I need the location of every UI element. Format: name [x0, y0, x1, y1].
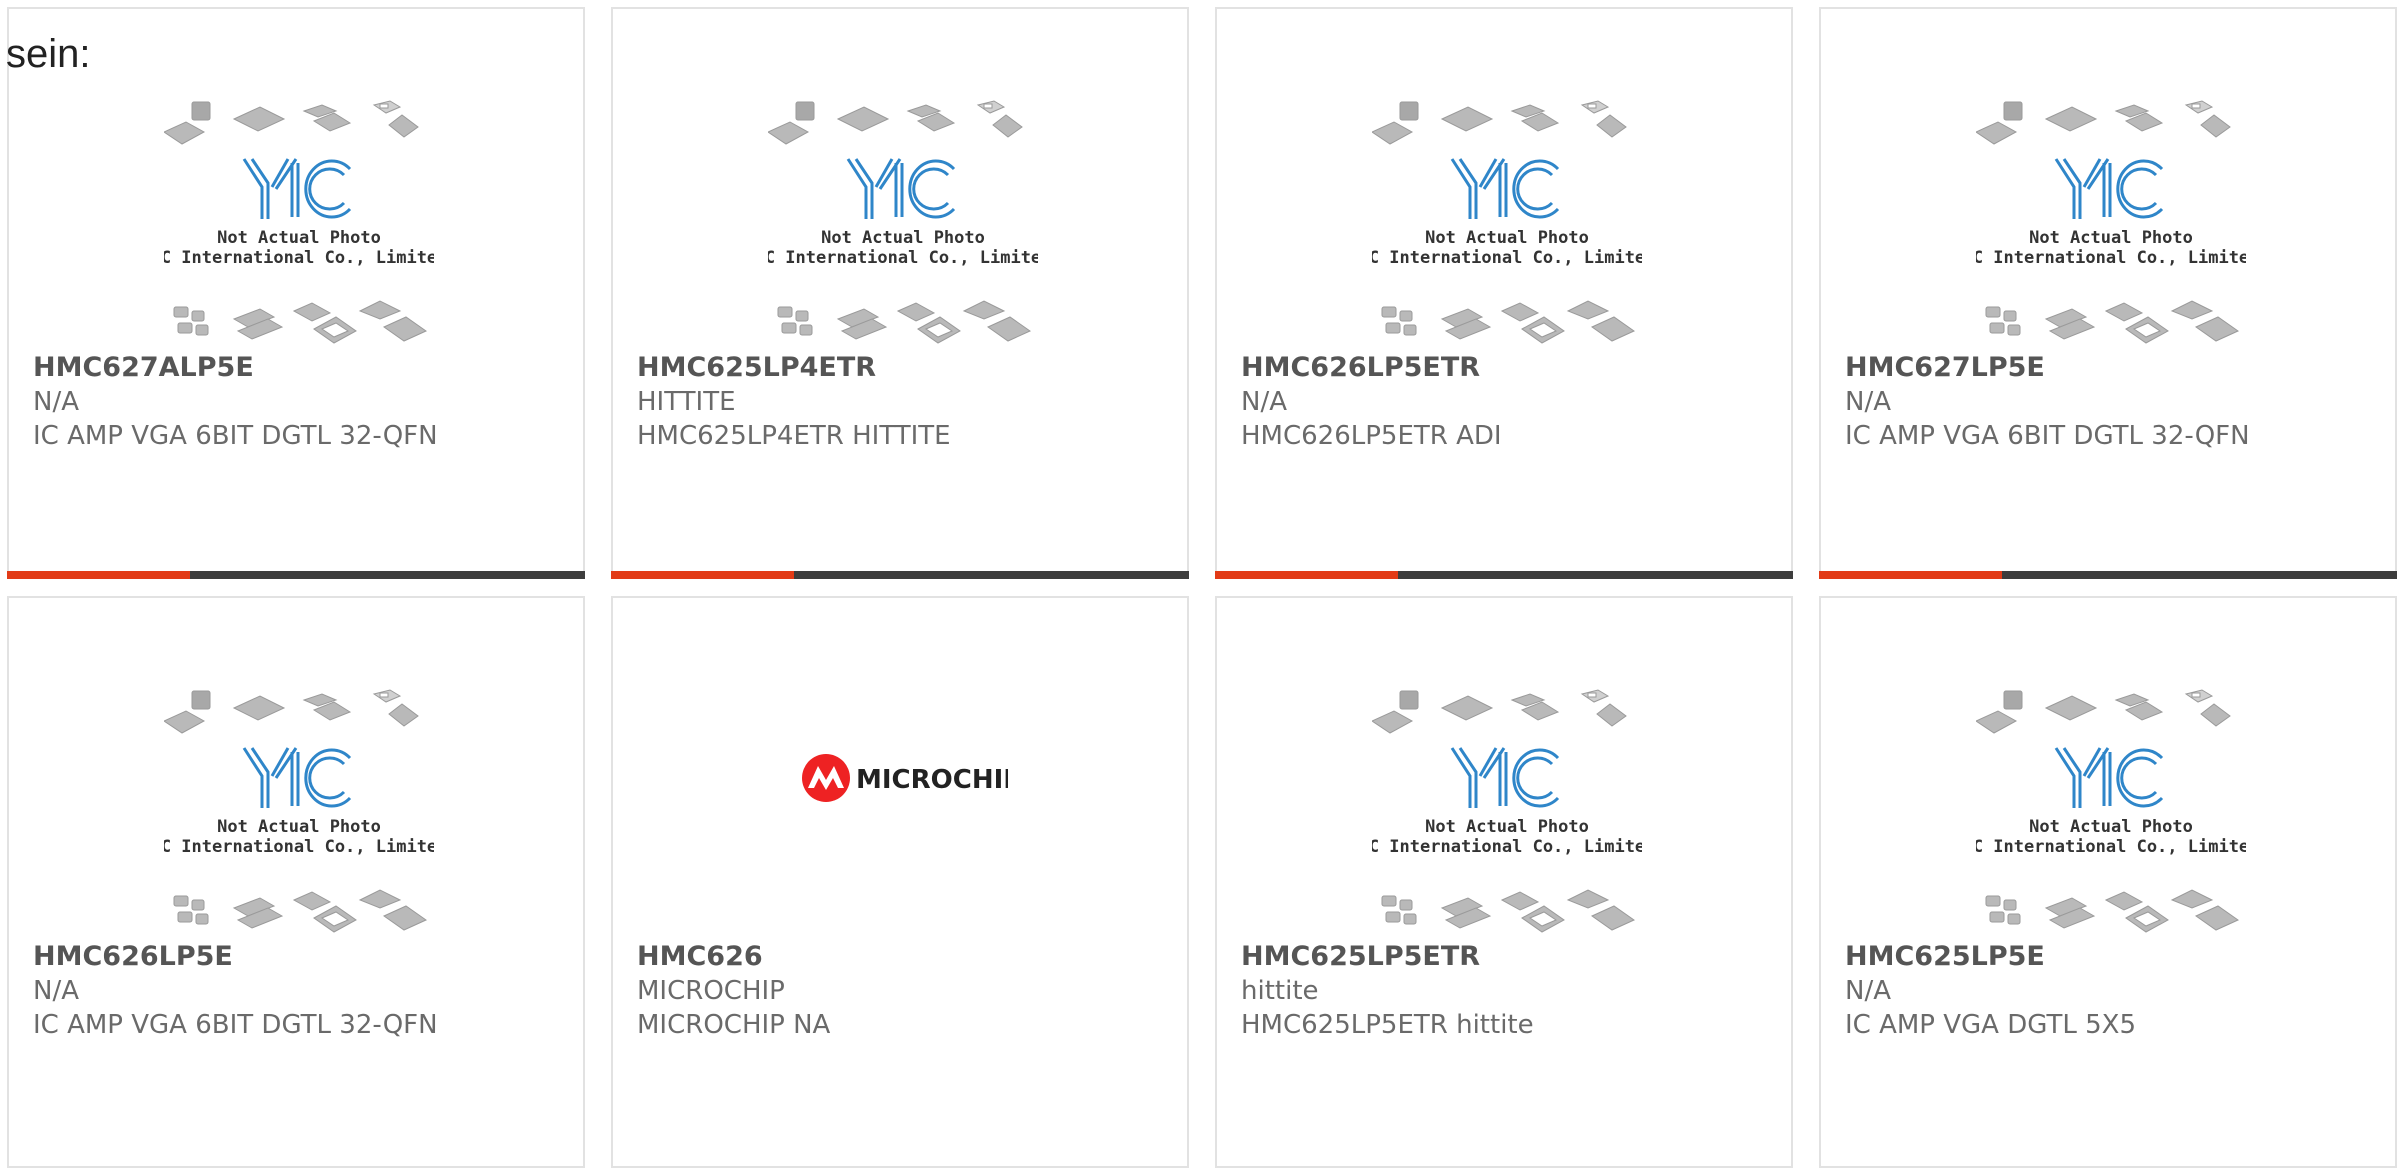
manufacturer: hittite [1241, 976, 1319, 1006]
description: IC AMP VGA 6BIT DGTL 32-QFN [1845, 421, 2250, 451]
placeholder-caption-1: Not Actual Photo [1425, 228, 1589, 248]
placeholder-photo: Not Actual Photo YIC International Co., … [1372, 686, 1642, 936]
placeholder-caption-2: YIC International Co., Limited. [1976, 248, 2246, 268]
part-number-link[interactable]: HMC625LP5E [1845, 940, 2375, 974]
description: IC AMP VGA DGTL 5X5 [1845, 1010, 2137, 1040]
product-card[interactable]: Not Actual Photo YIC International Co., … [7, 7, 585, 579]
placeholder-caption-1: Not Actual Photo [217, 817, 381, 837]
placeholder-photo: Not Actual Photo YIC International Co., … [1976, 97, 2246, 347]
part-number-link[interactable]: HMC627ALP5E [33, 351, 563, 385]
placeholder-caption-1: Not Actual Photo [2029, 817, 2193, 837]
microchip-logo-text: MICROCHIP [856, 765, 1008, 795]
placeholder-photo: Not Actual Photo YIC International Co., … [768, 97, 1038, 347]
product-card[interactable]: Not Actual Photo YIC International Co., … [1819, 596, 2397, 1168]
description: HMC626LP5ETR ADI [1241, 421, 1502, 451]
placeholder-caption-1: Not Actual Photo [217, 228, 381, 248]
manufacturer: N/A [1845, 387, 1891, 417]
placeholder-caption-1: Not Actual Photo [2029, 228, 2193, 248]
manufacturer: HITTITE [637, 387, 736, 417]
card-accent-bar [7, 571, 585, 579]
placeholder-caption-1: Not Actual Photo [821, 228, 985, 248]
product-card[interactable]: Not Actual Photo YIC International Co., … [1215, 596, 1793, 1168]
placeholder-caption-2: YIC International Co., Limited. [1372, 248, 1642, 268]
product-grid: Not Actual Photo YIC International Co., … [0, 0, 2400, 1168]
placeholder-caption-2: YIC International Co., Limited. [768, 248, 1038, 268]
card-accent-bar [1215, 571, 1793, 579]
placeholder-caption-2: YIC International Co., Limited. [1372, 837, 1642, 857]
placeholder-caption-2: YIC International Co., Limited. [1976, 837, 2246, 857]
placeholder-photo: Not Actual Photo YIC International Co., … [164, 686, 434, 936]
description: IC AMP VGA 6BIT DGTL 32-QFN [33, 1010, 438, 1040]
product-card[interactable]: Not Actual Photo YIC International Co., … [611, 7, 1189, 579]
lead-text: sein: [6, 32, 91, 76]
card-accent-bar [1819, 571, 2397, 579]
placeholder-caption-1: Not Actual Photo [1425, 817, 1589, 837]
description: MICROCHIP NA [637, 1010, 831, 1040]
microchip-logo: MICROCHIP [798, 748, 1022, 808]
placeholder-photo: Not Actual Photo YIC International Co., … [1372, 97, 1642, 347]
description: HMC625LP5ETR hittite [1241, 1010, 1534, 1040]
manufacturer: N/A [1241, 387, 1287, 417]
manufacturer: N/A [1845, 976, 1891, 1006]
description: HMC625LP4ETR HITTITE [637, 421, 951, 451]
description: IC AMP VGA 6BIT DGTL 32-QFN [33, 421, 438, 451]
product-card[interactable]: Not Actual Photo YIC International Co., … [1215, 7, 1793, 579]
placeholder-caption-2: YIC International Co., Limited. [164, 837, 434, 857]
card-accent-bar [611, 571, 1189, 579]
manufacturer: N/A [33, 387, 79, 417]
product-card[interactable]: MICROCHIP HMC626 MICROCHIP MICROCHIP NA [611, 596, 1189, 1168]
placeholder-caption-2: YIC International Co., Limited. [164, 248, 434, 268]
manufacturer: MICROCHIP [637, 976, 785, 1006]
product-card[interactable]: Not Actual Photo YIC International Co., … [7, 596, 585, 1168]
product-card[interactable]: Not Actual Photo YIC International Co., … [1819, 7, 2397, 579]
part-number-link[interactable]: HMC625LP4ETR [637, 351, 1167, 385]
placeholder-photo: Not Actual Photo YIC International Co., … [164, 97, 434, 347]
part-number-link[interactable]: HMC625LP5ETR [1241, 940, 1771, 974]
part-number-link[interactable]: HMC626LP5ETR [1241, 351, 1771, 385]
manufacturer: N/A [33, 976, 79, 1006]
part-number-link[interactable]: HMC627LP5E [1845, 351, 2375, 385]
part-number-link[interactable]: HMC626LP5E [33, 940, 563, 974]
placeholder-photo: Not Actual Photo YIC International Co., … [1976, 686, 2246, 936]
part-number-link[interactable]: HMC626 [637, 940, 1167, 974]
